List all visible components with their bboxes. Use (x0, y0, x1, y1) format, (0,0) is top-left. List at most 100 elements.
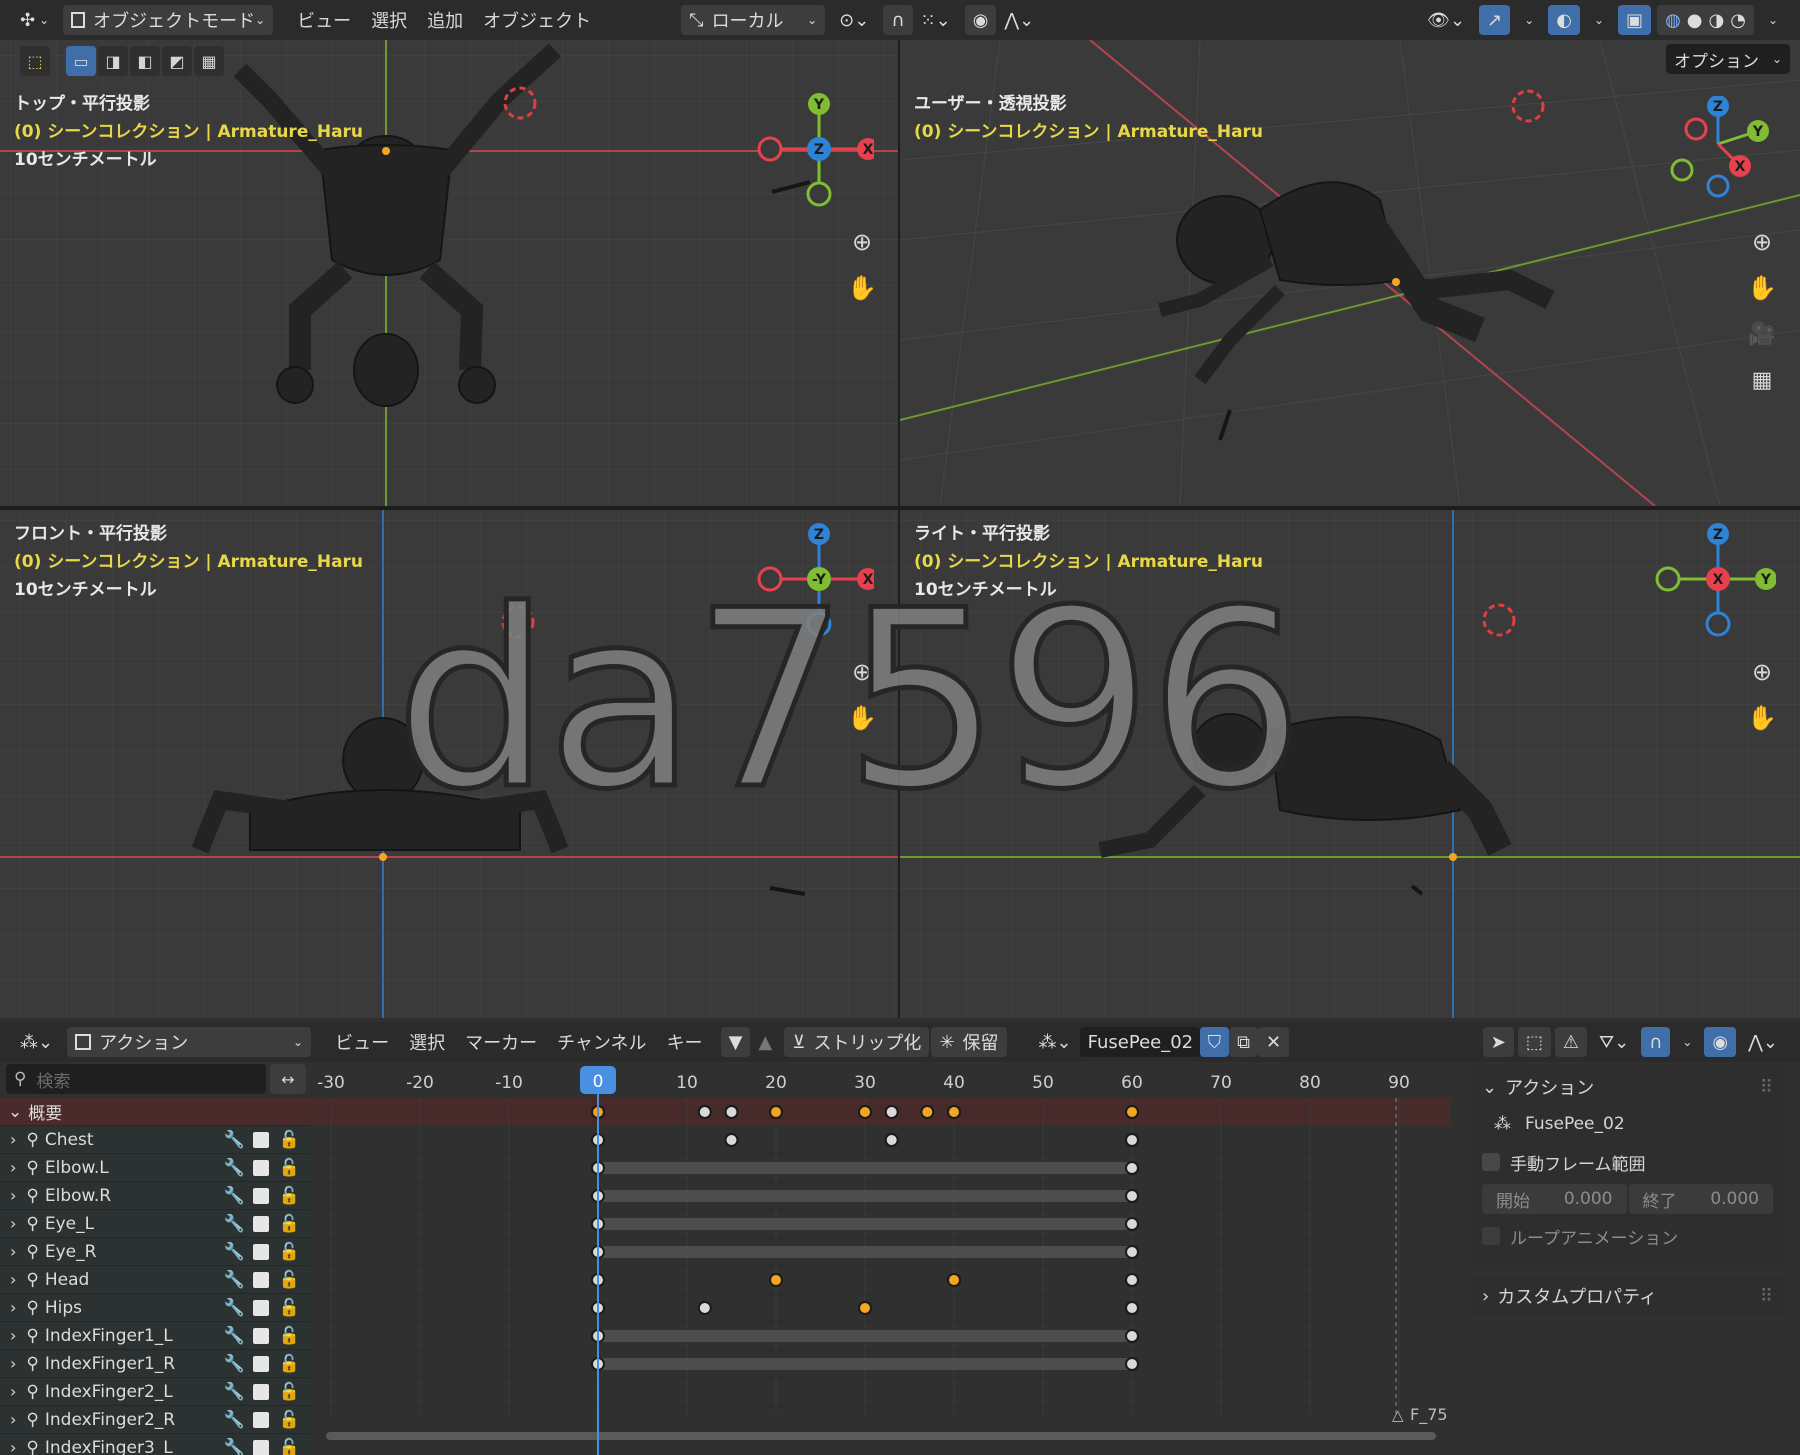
summary-row[interactable]: ⌄ 概要 (0, 1098, 310, 1126)
menu-marker[interactable]: マーカー (455, 1029, 547, 1055)
menu-add[interactable]: 追加 (417, 7, 473, 33)
keyframe[interactable] (724, 1105, 739, 1119)
marker-f75[interactable]: △ F_75 (1392, 1405, 1448, 1425)
viewport-user-perspective[interactable]: オプション ⌄ ユーザー・透視投影 (0) シーンコレクション | Armatu… (900, 40, 1800, 506)
lock-icon[interactable]: 🔓 (279, 1130, 310, 1150)
proportional-edit-toggle[interactable]: ◉ (1704, 1027, 1737, 1057)
channel-row[interactable]: › ⚲ IndexFinger2_L 🔧 🔓 (0, 1378, 310, 1406)
keyframe[interactable] (769, 1105, 783, 1119)
expand-right-icon[interactable]: › (0, 1410, 16, 1429)
keyframe[interactable] (1125, 1189, 1139, 1203)
wrench-icon[interactable]: 🔧 (224, 1382, 253, 1402)
ortho-toggle-button[interactable]: ▦ (1742, 360, 1782, 400)
search-field[interactable]: ⚲ 検索 (6, 1064, 266, 1094)
lock-icon[interactable]: 🔓 (279, 1438, 310, 1455)
manual-range-row[interactable]: 手動フレーム範囲 (1482, 1144, 1773, 1180)
keyframe[interactable] (920, 1105, 935, 1119)
select-subtract-button[interactable]: ◧ (130, 46, 160, 76)
expand-right-icon[interactable]: › (0, 1214, 16, 1233)
menu-view[interactable]: ビュー (325, 1029, 399, 1055)
pan-button[interactable]: ✋ (1742, 698, 1782, 738)
axis-gizmo[interactable]: Y Z X (754, 92, 874, 212)
lock-icon[interactable]: 🔓 (279, 1410, 310, 1430)
push-up-button[interactable]: ▲ (750, 1027, 780, 1057)
lock-icon[interactable]: 🔓 (279, 1186, 310, 1206)
expand-right-icon[interactable]: › (0, 1354, 16, 1373)
transform-orientation-dropdown[interactable]: ⤡ ローカル ⌄ (681, 5, 826, 35)
wrench-icon[interactable]: 🔧 (224, 1158, 253, 1178)
manual-range-checkbox[interactable] (1482, 1153, 1500, 1171)
solid-shading-icon[interactable]: ● (1687, 10, 1703, 31)
lock-icon[interactable]: 🔓 (279, 1354, 310, 1374)
mute-checkbox[interactable] (252, 1215, 269, 1232)
mute-checkbox[interactable] (252, 1159, 269, 1176)
viewport-top[interactable]: ⬚ ▭ ◨ ◧ ◩ ▦ トップ・平行投影 (0) シーンコレクション | Arm… (0, 40, 898, 506)
channel-row[interactable]: › ⚲ Eye_L 🔧 🔓 (0, 1210, 310, 1238)
pan-button[interactable]: ✋ (842, 268, 882, 308)
select-new-button[interactable]: ▭ (66, 46, 96, 76)
menu-object[interactable]: オブジェクト (473, 7, 601, 33)
channel-row[interactable]: › ⚲ IndexFinger2_R 🔧 🔓 (0, 1406, 310, 1434)
expand-right-icon[interactable]: › (0, 1158, 16, 1177)
snap-toggle[interactable]: ∩ (883, 5, 913, 35)
action-name-field[interactable]: FusePee_02 (1079, 1027, 1200, 1057)
lock-icon[interactable]: 🔓 (279, 1298, 310, 1318)
filter-button[interactable]: ⛛⌄ (1591, 1027, 1637, 1057)
keyframe[interactable] (947, 1273, 961, 1287)
expand-right-icon[interactable]: › (0, 1270, 16, 1289)
keyframe[interactable] (1125, 1105, 1139, 1119)
unlink-action-button[interactable]: ✕ (1257, 1027, 1290, 1057)
menu-channel[interactable]: チャンネル (547, 1029, 656, 1055)
keyframe[interactable] (884, 1133, 899, 1147)
lock-icon[interactable]: 🔓 (279, 1214, 310, 1234)
pivot-point-button[interactable]: ⊙⌄ (831, 5, 877, 35)
frame-end-field[interactable]: 終了 0.000 (1628, 1184, 1773, 1214)
lock-icon[interactable]: 🔓 (279, 1270, 310, 1290)
timeline-area[interactable]: -30 -20 -10 10 20 30 40 50 60 70 80 90 △ F_75 0 (310, 1062, 1460, 1455)
editor-type-button[interactable]: ✣ ⌄ (12, 5, 57, 35)
expand-right-icon[interactable]: › (0, 1438, 16, 1455)
keyframe[interactable] (1125, 1329, 1139, 1343)
expand-right-icon[interactable]: › (0, 1242, 16, 1261)
fake-user-toggle[interactable]: ⛉ (1199, 1027, 1230, 1057)
keyframe[interactable] (1125, 1245, 1139, 1259)
keyframe[interactable] (858, 1301, 872, 1315)
mute-checkbox[interactable] (252, 1383, 269, 1400)
stash-button[interactable]: ✳ 保留 (931, 1027, 1007, 1057)
mute-checkbox[interactable] (252, 1131, 269, 1148)
mode-dropdown[interactable]: オブジェクトモード ⌄ (63, 5, 274, 35)
keyframe[interactable] (947, 1105, 961, 1119)
mute-checkbox[interactable] (252, 1327, 269, 1344)
drag-handle-icon[interactable]: ⠿ (1760, 1077, 1773, 1098)
mute-checkbox[interactable] (252, 1355, 269, 1372)
action-browse-button[interactable]: ⁂⌄ (1031, 1027, 1080, 1057)
select-intersect-button[interactable]: ▦ (194, 46, 224, 76)
channel-row[interactable]: › ⚲ Chest 🔧 🔓 (0, 1126, 310, 1154)
swap-filter-button[interactable]: ↔ (270, 1064, 306, 1094)
horizontal-scrollbar[interactable] (326, 1432, 1436, 1440)
wrench-icon[interactable]: 🔧 (224, 1186, 253, 1206)
wrench-icon[interactable]: 🔧 (224, 1438, 253, 1455)
action-panel-header[interactable]: ⌄ アクション ⠿ (1482, 1070, 1773, 1104)
keyframe[interactable] (1125, 1273, 1139, 1287)
select-extend-button[interactable]: ◨ (98, 46, 128, 76)
strip-button[interactable]: ⊻ ストリップ化 (784, 1027, 930, 1057)
expand-right-icon[interactable]: › (0, 1186, 16, 1205)
mute-checkbox[interactable] (252, 1271, 269, 1288)
keyframe[interactable] (1125, 1301, 1139, 1315)
show-hidden-toggle[interactable]: ⬚ (1517, 1027, 1551, 1057)
channel-row[interactable]: › ⚲ IndexFinger1_R 🔧 🔓 (0, 1350, 310, 1378)
wrench-icon[interactable]: 🔧 (224, 1298, 253, 1318)
menu-select[interactable]: 選択 (399, 1029, 455, 1055)
mute-checkbox[interactable] (252, 1439, 269, 1455)
mute-checkbox[interactable] (252, 1243, 269, 1260)
push-down-button[interactable]: ▼ (720, 1027, 751, 1057)
only-selected-toggle[interactable]: ➤ (1482, 1027, 1514, 1057)
expand-right-icon[interactable]: › (0, 1326, 16, 1345)
gizmo-dropdown[interactable]: ⌄ (1516, 5, 1542, 35)
wrench-icon[interactable]: 🔧 (224, 1214, 253, 1234)
zoom-button[interactable]: ⊕ (842, 222, 882, 262)
lock-icon[interactable]: 🔓 (279, 1242, 310, 1262)
channel-row[interactable]: › ⚲ IndexFinger3_L 🔧 🔓 (0, 1434, 310, 1455)
keyframe[interactable] (769, 1273, 783, 1287)
